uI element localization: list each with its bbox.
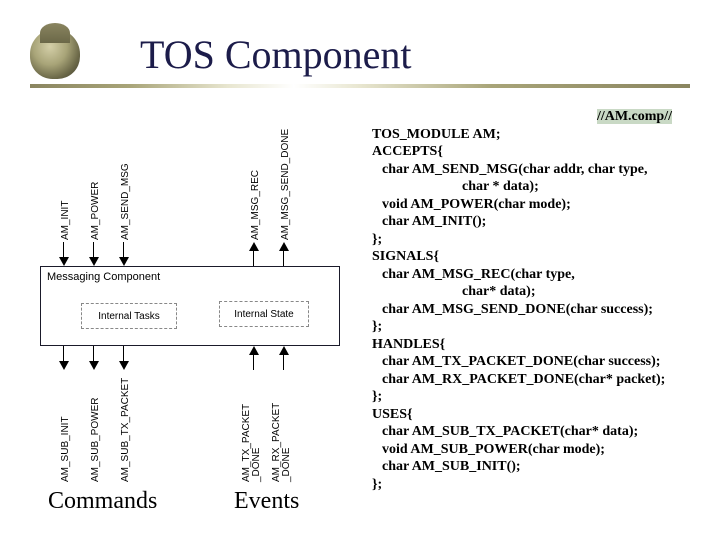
- code-line: char * data);: [372, 178, 712, 196]
- events-label: Events: [234, 488, 299, 515]
- internal-tasks-box: Internal Tasks: [81, 303, 177, 329]
- bot-cmd-label-1: AM_SUB_POWER: [90, 372, 101, 482]
- title-bar: TOS Component: [30, 24, 690, 84]
- arrow-down-icon: [58, 242, 69, 266]
- internal-state-box: Internal State: [219, 301, 309, 327]
- code-line: char AM_RX_PACKET_DONE(char* packet);: [372, 371, 712, 389]
- arrow-up-icon: [248, 242, 259, 266]
- top-cmd-label-2: AM_SEND_MSG: [120, 130, 131, 240]
- code-line: };: [372, 476, 712, 494]
- component-title: Messaging Component: [47, 271, 160, 283]
- component-diagram: AM_INIT AM_POWER AM_SEND_MSG AM_MSG_REC …: [30, 130, 365, 525]
- code-line: void AM_POWER(char mode);: [372, 196, 712, 214]
- code-line: USES{: [372, 406, 712, 424]
- arrow-down-icon: [88, 242, 99, 266]
- code-line: ACCEPTS{: [372, 143, 712, 161]
- arrow-down-icon: [58, 346, 69, 370]
- top-cmd-label-1: AM_POWER: [90, 130, 101, 240]
- top-evt-label-1: AM_MSG_SEND_DONE: [280, 130, 291, 240]
- code-line: SIGNALS{: [372, 248, 712, 266]
- code-line: char AM_SEND_MSG(char addr, char type,: [372, 161, 712, 179]
- top-evt-label-0: AM_MSG_REC: [250, 130, 261, 240]
- code-line: char* data);: [372, 283, 712, 301]
- bot-evt-label-1: AM_RX_PACKET _DONE: [272, 372, 292, 482]
- commands-label: Commands: [48, 488, 157, 515]
- code-line: };: [372, 231, 712, 249]
- arrow-down-icon: [88, 346, 99, 370]
- arrow-down-icon: [118, 346, 129, 370]
- arrow-up-icon: [278, 346, 289, 370]
- code-line: char AM_SUB_TX_PACKET(char* data);: [372, 423, 712, 441]
- arrow-up-icon: [278, 242, 289, 266]
- bot-evt-label-0: AM_TX_PACKET _DONE: [242, 372, 262, 482]
- arrow-down-icon: [118, 242, 129, 266]
- bot-cmd-label-0: AM_SUB_INIT: [60, 372, 71, 482]
- page-title: TOS Component: [140, 31, 412, 78]
- code-line: //AM.comp//: [372, 108, 712, 126]
- component-box: Messaging Component Internal Tasks Inter…: [40, 266, 340, 346]
- code-line: char AM_MSG_REC(char type,: [372, 266, 712, 284]
- code-line: TOS_MODULE AM;: [372, 126, 712, 144]
- top-cmd-label-0: AM_INIT: [60, 130, 71, 240]
- code-line: char AM_SUB_INIT();: [372, 458, 712, 476]
- code-line: HANDLES{: [372, 336, 712, 354]
- code-line: };: [372, 318, 712, 336]
- code-line: char AM_TX_PACKET_DONE(char success);: [372, 353, 712, 371]
- arrow-up-icon: [248, 346, 259, 370]
- bot-cmd-label-2: AM_SUB_TX_PACKET: [120, 372, 131, 482]
- code-panel: //AM.comp// TOS_MODULE AM; ACCEPTS{ char…: [372, 108, 712, 493]
- title-underline: [30, 84, 690, 88]
- code-line: char AM_MSG_SEND_DONE(char success);: [372, 301, 712, 319]
- helmet-icon: [30, 29, 80, 79]
- code-line: void AM_SUB_POWER(char mode);: [372, 441, 712, 459]
- code-line: };: [372, 388, 712, 406]
- code-line: char AM_INIT();: [372, 213, 712, 231]
